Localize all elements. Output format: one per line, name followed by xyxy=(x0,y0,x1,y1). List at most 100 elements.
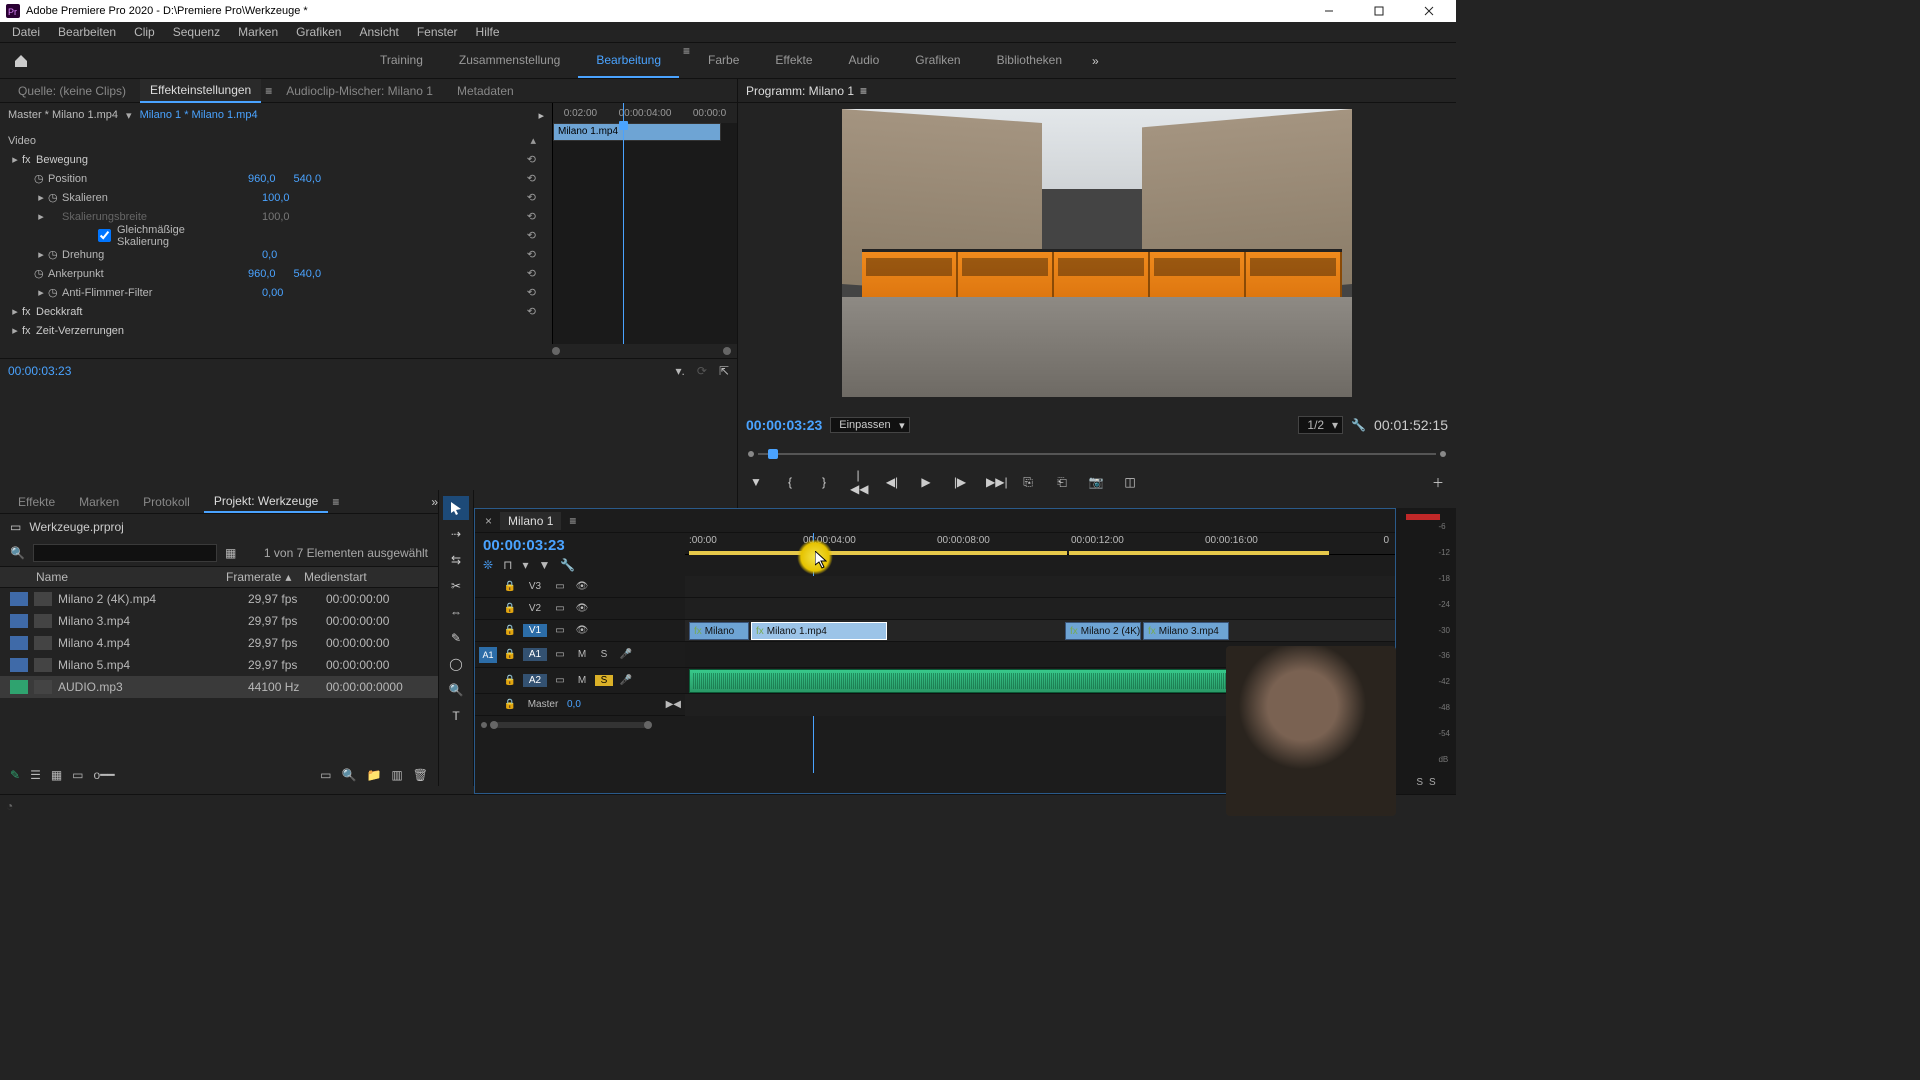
timeline-zoom-slider[interactable] xyxy=(491,722,651,728)
clip-milano-1[interactable]: fxMilano 1.mp4 xyxy=(751,622,887,640)
bin-view-icon[interactable]: ▦ xyxy=(225,546,236,560)
stopwatch-icon[interactable]: ◷ xyxy=(48,248,62,261)
label-color-swatch[interactable] xyxy=(10,614,28,628)
linked-selection-icon[interactable]: ⊓ xyxy=(503,558,512,572)
col-framerate[interactable]: Framerate▴ xyxy=(226,570,304,584)
rectangle-tool-icon[interactable]: ◯ xyxy=(443,652,469,676)
solo-icon[interactable]: S xyxy=(595,649,613,660)
filter-icon[interactable]: ▾. xyxy=(676,364,685,378)
label-color-swatch[interactable] xyxy=(10,636,28,650)
freeform-view-icon[interactable]: ▭ xyxy=(72,768,83,782)
maximize-button[interactable] xyxy=(1358,0,1400,22)
sequence-name[interactable]: Milano 1 xyxy=(500,512,561,530)
extract-icon[interactable]: ⎗ xyxy=(1054,475,1070,490)
play-icon[interactable]: ▶ xyxy=(918,475,934,489)
hand-tool-icon[interactable]: 🔍 xyxy=(443,678,469,702)
razor-tool-icon[interactable]: ✂ xyxy=(443,574,469,598)
zoom-slider[interactable]: o━━ xyxy=(94,768,115,782)
ec-keyframe-area[interactable]: 0:02:00 00:00:04:00 00:00:0 Milano 1.mp4 xyxy=(552,103,737,344)
loop-icon[interactable]: ⟳ xyxy=(697,364,707,378)
timeline-timecode[interactable]: 00:00:03:23 xyxy=(483,537,677,554)
tab-marken[interactable]: Marken xyxy=(69,492,129,512)
reset-icon[interactable]: ⟲ xyxy=(527,248,536,261)
overflow-icon[interactable]: » xyxy=(431,495,438,509)
timeline-settings-icon[interactable]: 🔧 xyxy=(560,558,575,572)
tab-effect-controls[interactable]: Effekteinstellungen xyxy=(140,79,261,103)
track-header-master[interactable]: 🔒Master0,0▶◀ xyxy=(475,694,685,716)
sync-lock-icon[interactable]: ▭ xyxy=(551,603,569,614)
reset-icon[interactable]: ⟲ xyxy=(527,172,536,185)
reset-icon[interactable]: ⟲ xyxy=(527,229,536,242)
lock-icon[interactable]: 🔒 xyxy=(501,625,519,636)
trash-icon[interactable]: 🗑 xyxy=(413,768,428,782)
close-sequence-icon[interactable]: × xyxy=(485,514,492,528)
position-y[interactable]: 540,0 xyxy=(294,173,322,185)
reset-icon[interactable]: ⟲ xyxy=(527,191,536,204)
uniform-scale-checkbox[interactable] xyxy=(98,229,111,242)
mark-out-icon[interactable]: } xyxy=(816,475,832,489)
lock-icon[interactable]: 🔒 xyxy=(501,581,519,592)
track-header-v2[interactable]: 🔒V2▭👁 xyxy=(475,598,685,620)
track-header-a2[interactable]: 🔒A2▭MS🎤 xyxy=(475,668,685,694)
mark-in-icon[interactable]: { xyxy=(782,475,798,489)
menu-hilfe[interactable]: Hilfe xyxy=(468,23,508,41)
button-editor-icon[interactable]: ＋ xyxy=(1430,474,1446,491)
new-item-button[interactable]: ▥ xyxy=(391,768,402,782)
workspace-zusammenstellung[interactable]: Zusammenstellung xyxy=(441,44,578,78)
reset-icon[interactable]: ⟲ xyxy=(527,267,536,280)
eye-icon[interactable]: 👁 xyxy=(573,625,591,636)
clip-milano-2-4k[interactable]: fxMilano 2 (4K) xyxy=(1065,622,1141,640)
lock-icon[interactable]: 🔒 xyxy=(501,603,519,614)
lift-icon[interactable]: ⎘ xyxy=(1020,475,1036,490)
stopwatch-icon[interactable]: ◷ xyxy=(34,172,48,185)
add-marker-icon[interactable]: ▼ xyxy=(748,475,764,489)
tab-metadata[interactable]: Metadaten xyxy=(447,80,524,102)
comparison-view-icon[interactable]: ◫ xyxy=(1122,475,1138,489)
tab-projekt[interactable]: Projekt: Werkzeuge xyxy=(204,491,329,513)
wrench-icon[interactable]: 🔧 xyxy=(1351,418,1366,432)
find-icon[interactable]: 🔍 xyxy=(342,768,357,782)
workspace-training[interactable]: Training xyxy=(362,44,441,78)
eye-icon[interactable]: 👁 xyxy=(573,603,591,614)
minimize-button[interactable] xyxy=(1308,0,1350,22)
panel-menu-icon[interactable]: ≡ xyxy=(569,514,576,528)
project-row[interactable]: Milano 2 (4K).mp429,97 fps00:00:00:00 xyxy=(0,588,438,610)
list-view-icon[interactable]: ☰ xyxy=(30,768,41,782)
scale-value[interactable]: 100,0 xyxy=(262,192,290,204)
reset-icon[interactable]: ⟲ xyxy=(527,210,536,223)
col-name[interactable]: Name xyxy=(36,570,226,584)
reset-icon[interactable]: ⟲ xyxy=(527,286,536,299)
pen-tool-icon[interactable]: ✎ xyxy=(443,626,469,650)
step-back-icon[interactable]: ◀| xyxy=(884,475,900,489)
workspace-grafiken[interactable]: Grafiken xyxy=(897,44,978,78)
meter-solo-left[interactable]: S xyxy=(1416,777,1423,788)
resolution-dropdown[interactable]: 1/2 xyxy=(1298,416,1343,434)
new-item-icon[interactable]: ✎ xyxy=(10,768,20,782)
reset-icon[interactable]: ⟲ xyxy=(527,305,536,318)
meter-clip-indicator[interactable] xyxy=(1406,514,1440,520)
clip-milano-3[interactable]: fxMilano 3.mp4 xyxy=(1143,622,1229,640)
panel-menu-icon[interactable]: ≡ xyxy=(265,84,272,98)
clip-audio[interactable] xyxy=(689,669,1241,693)
track-header-v3[interactable]: 🔒V3▭👁 xyxy=(475,576,685,598)
program-playhead-marker[interactable] xyxy=(768,449,778,459)
selection-tool-icon[interactable] xyxy=(443,496,469,520)
menu-bearbeiten[interactable]: Bearbeiten xyxy=(50,23,124,41)
workspace-overflow-icon[interactable]: » xyxy=(1092,54,1099,68)
collapse-icon[interactable]: ▴ xyxy=(530,134,536,147)
project-row[interactable]: Milano 5.mp429,97 fps00:00:00:00 xyxy=(0,654,438,676)
ec-playhead[interactable] xyxy=(623,103,624,344)
position-x[interactable]: 960,0 xyxy=(248,173,276,185)
tab-effekte[interactable]: Effekte xyxy=(8,492,65,512)
ec-kf-clip[interactable]: Milano 1.mp4 xyxy=(553,123,721,141)
project-row[interactable]: Milano 4.mp429,97 fps00:00:00:00 xyxy=(0,632,438,654)
program-scrubber[interactable] xyxy=(746,447,1448,467)
new-bin-icon[interactable]: 📁 xyxy=(366,768,381,782)
zoom-handle-left[interactable] xyxy=(481,722,487,728)
panel-menu-icon[interactable]: ≡ xyxy=(860,84,867,98)
solo-icon[interactable]: S xyxy=(595,675,613,686)
workspace-audio[interactable]: Audio xyxy=(831,44,898,78)
stopwatch-icon[interactable]: ◷ xyxy=(48,191,62,204)
menu-sequenz[interactable]: Sequenz xyxy=(165,23,228,41)
label-color-swatch[interactable] xyxy=(10,680,28,694)
